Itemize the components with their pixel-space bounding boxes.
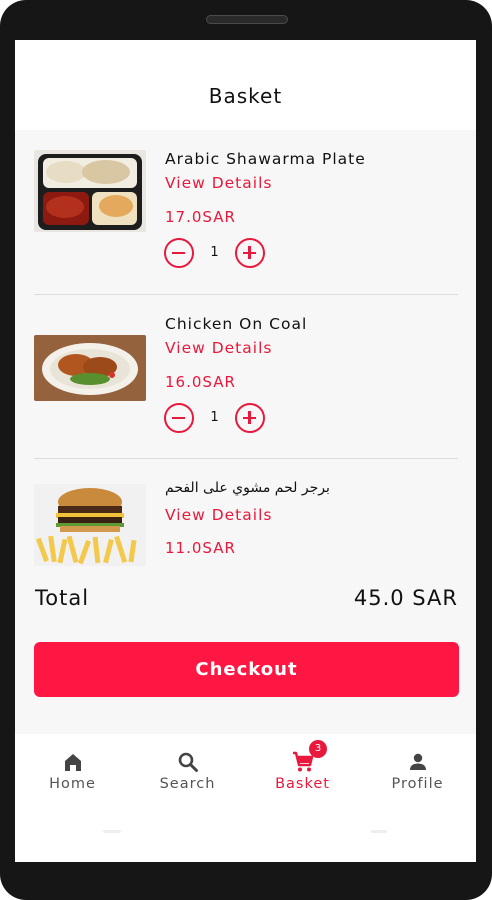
item-name: Chicken On Coal <box>165 315 308 333</box>
speaker-grille <box>206 15 288 24</box>
basket-item: Arabic Shawarma Plate View Details 17.0S… <box>34 150 458 300</box>
view-details-link[interactable]: View Details <box>165 339 272 357</box>
item-divider <box>34 458 458 459</box>
bottom-navigation: Home Search 3 Basket Profile <box>15 734 476 862</box>
search-icon <box>176 750 200 774</box>
nav-label: Profile <box>391 776 444 792</box>
nav-item-home[interactable]: Home <box>15 746 130 806</box>
gesture-hint <box>103 830 121 833</box>
nav-label: Search <box>159 776 216 792</box>
view-details-link[interactable]: View Details <box>165 506 272 524</box>
nav-label: Basket <box>275 776 330 792</box>
page-title: Basket <box>208 84 283 108</box>
minus-circle-icon[interactable] <box>164 238 194 268</box>
total-label: Total <box>35 586 90 610</box>
nav-label: Home <box>49 776 96 792</box>
view-details-link[interactable]: View Details <box>165 174 272 192</box>
basket-item: برجر لحم مشوي على الفحم View Details 11.… <box>34 480 458 580</box>
nav-item-basket[interactable]: 3 Basket <box>245 740 360 806</box>
home-icon <box>61 750 85 774</box>
nav-item-profile[interactable]: Profile <box>360 746 475 806</box>
minus-circle-icon[interactable] <box>164 403 194 433</box>
quantity-value: 1 <box>210 245 219 260</box>
item-name: Arabic Shawarma Plate <box>165 150 366 168</box>
quantity-value: 1 <box>210 410 219 425</box>
item-divider <box>34 294 458 295</box>
basket-item: Chicken On Coal View Details 16.0SAR 1 <box>34 315 458 465</box>
item-name: برجر لحم مشوي على الفحم <box>165 480 330 496</box>
item-price: 17.0SAR <box>165 208 236 226</box>
app-screen: Basket Arabic Shawarma Plate View Detail… <box>15 40 476 862</box>
total-value: 45.0 SAR <box>353 586 458 610</box>
chicken-plate-photo <box>34 335 146 401</box>
shawarma-plate-photo <box>34 150 146 232</box>
quantity-stepper: 1 <box>164 238 274 270</box>
phone-frame: Basket Arabic Shawarma Plate View Detail… <box>0 0 492 900</box>
item-price: 16.0SAR <box>165 373 236 391</box>
plus-circle-icon[interactable] <box>235 403 265 433</box>
person-icon <box>406 750 430 774</box>
cart-count-badge: 3 <box>309 740 327 758</box>
app-header: Basket <box>15 40 476 130</box>
gesture-hint <box>371 830 387 833</box>
checkout-button[interactable]: Checkout <box>34 642 459 697</box>
item-price: 11.0SAR <box>165 539 236 557</box>
burger-fries-photo <box>34 484 146 566</box>
quantity-stepper: 1 <box>164 403 274 435</box>
nav-item-search[interactable]: Search <box>130 746 245 806</box>
plus-circle-icon[interactable] <box>235 238 265 268</box>
